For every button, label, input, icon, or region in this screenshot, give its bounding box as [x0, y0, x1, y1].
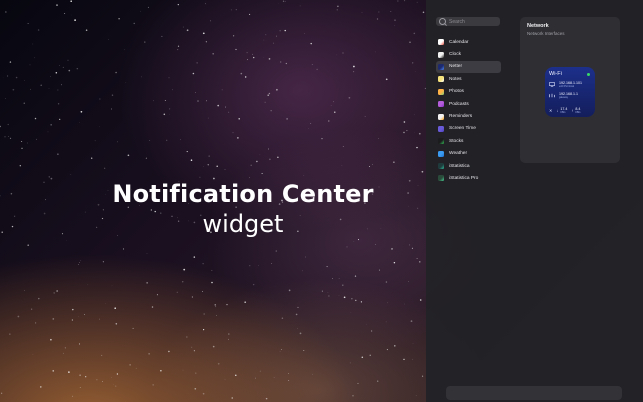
app-item[interactable]: Calendar: [436, 36, 501, 48]
app-item[interactable]: Screen Time: [436, 123, 501, 135]
stocks-icon: [438, 138, 444, 145]
widget-traffic: ✕ ↓ 17.4 KB/s ↑ 8.4 KB/s: [549, 107, 584, 114]
status-dot: [587, 73, 590, 76]
widget-row-gateway: 192.168.1.1 gateway: [549, 92, 578, 99]
reminders-icon: [438, 113, 444, 120]
app-item[interactable]: Clock: [436, 48, 501, 60]
widget-title: Wi-Fi: [549, 71, 562, 77]
app-item[interactable]: Podcasts: [436, 98, 501, 110]
app-item-label: Weather: [449, 151, 468, 157]
upload-unit: KB/s: [575, 111, 581, 114]
weather-icon: [438, 150, 444, 157]
search-field[interactable]: [436, 17, 500, 26]
preview-title: Network: [527, 23, 549, 29]
app-item[interactable]: Photos: [436, 86, 501, 98]
app-item[interactable]: Netter: [436, 60, 501, 74]
app-item-label: Photos: [449, 89, 464, 95]
traffic-icon: ✕: [549, 108, 553, 113]
app-item-label: iStatistica: [449, 163, 470, 169]
hero-subtitle: widget: [202, 210, 284, 238]
app-item-label: Stocks: [449, 138, 464, 144]
app-item[interactable]: Weather: [436, 148, 501, 160]
photos-icon: [438, 88, 444, 95]
search-input[interactable]: [449, 18, 499, 25]
app-item-label: Reminders: [449, 114, 473, 120]
app-item-label: Netter: [449, 64, 463, 70]
local-ip-detail: en0 IPv4 local: [559, 85, 575, 88]
app-item[interactable]: Reminders: [436, 110, 501, 122]
search-icon: [439, 18, 446, 25]
app-item-label: Notes: [449, 76, 462, 82]
app-item[interactable]: Stocks: [436, 135, 501, 147]
download-arrow-icon: ↓: [556, 108, 559, 113]
istatistica-icon: [438, 163, 444, 170]
app-item-label: Podcasts: [449, 101, 469, 107]
hero-title: Notification Center: [112, 180, 374, 208]
preview-subtitle: Network Interfaces: [527, 31, 565, 36]
upload-arrow-icon: ↑: [571, 108, 574, 113]
app-item-label: Screen Time: [449, 126, 476, 132]
app-list: Calendar Clock Netter Notes Photos Podcasts Re…: [436, 36, 501, 185]
download-unit: KB/s: [560, 111, 566, 114]
app-item[interactable]: iStatistica Pro: [436, 172, 501, 184]
app-item-label: Clock: [449, 52, 461, 58]
gateway-detail: gateway: [559, 96, 568, 99]
router-icon: [549, 93, 555, 98]
istatistica-pro-icon: [438, 175, 444, 182]
monitor-icon: [549, 82, 555, 87]
notes-icon: [438, 76, 444, 83]
clock-icon: [438, 51, 444, 58]
dock: [446, 386, 622, 400]
network-widget[interactable]: Wi-Fi 192.168.1.101 en0 IPv4 local 192.1…: [545, 67, 595, 117]
app-item-label: Calendar: [449, 39, 469, 45]
app-item-label: iStatistica Pro: [449, 175, 479, 181]
app-item[interactable]: Notes: [436, 73, 501, 85]
hero-caption: Notification Center widget: [0, 180, 486, 238]
app-item[interactable]: iStatistica: [436, 160, 501, 172]
netter-icon: [438, 63, 444, 70]
podcasts-icon: [438, 101, 444, 108]
screen-time-icon: [438, 125, 444, 132]
calendar-icon: [438, 39, 444, 46]
widget-row-local: 192.168.1.101 en0 IPv4 local: [549, 81, 582, 88]
